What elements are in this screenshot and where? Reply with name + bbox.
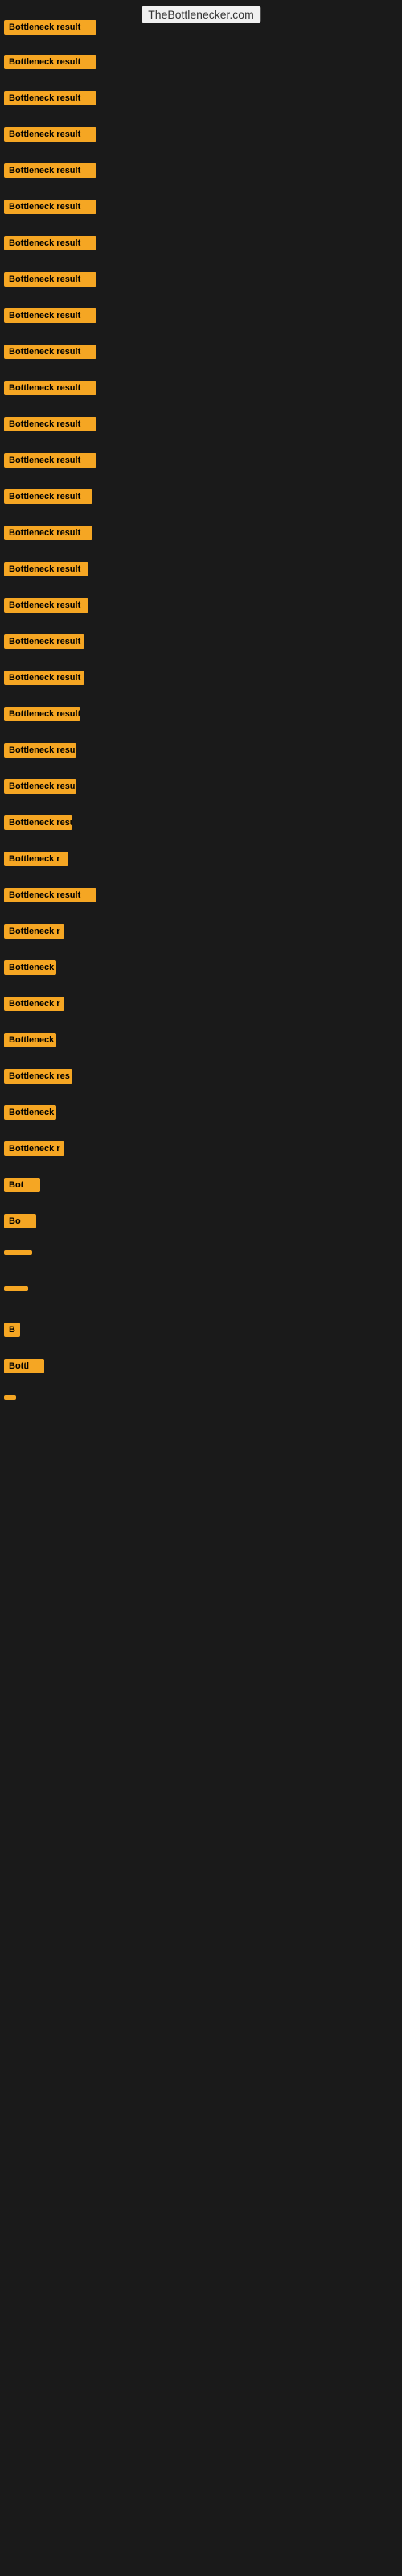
bottleneck-badge-25: Bottleneck result: [4, 888, 96, 902]
bottleneck-badge-13: Bottleneck result: [4, 453, 96, 468]
bottleneck-badge-15: Bottleneck result: [4, 526, 92, 540]
bottleneck-badge-17: Bottleneck result: [4, 598, 88, 613]
bottleneck-badge-36: [4, 1286, 28, 1291]
bottleneck-badge-5: Bottleneck result: [4, 163, 96, 178]
bottleneck-badge-6: Bottleneck result: [4, 200, 96, 214]
bottleneck-badge-34: Bo: [4, 1214, 36, 1228]
bottleneck-badge-12: Bottleneck result: [4, 417, 96, 431]
bottleneck-badge-23: Bottleneck result: [4, 815, 72, 830]
bottleneck-badge-10: Bottleneck result: [4, 345, 96, 359]
bottleneck-badge-4: Bottleneck result: [4, 127, 96, 142]
bottleneck-badge-35: [4, 1250, 32, 1255]
bottleneck-badge-39: [4, 1395, 16, 1400]
bottleneck-badge-37: B: [4, 1323, 20, 1337]
bottleneck-badge-7: Bottleneck result: [4, 236, 96, 250]
bottleneck-badge-32: Bottleneck r: [4, 1141, 64, 1156]
bottleneck-badge-18: Bottleneck result: [4, 634, 84, 649]
bottleneck-badge-22: Bottleneck result: [4, 779, 76, 794]
bottleneck-badge-3: Bottleneck result: [4, 91, 96, 105]
bottleneck-badge-19: Bottleneck result: [4, 671, 84, 685]
bottleneck-badge-30: Bottleneck res: [4, 1069, 72, 1084]
bottleneck-badge-24: Bottleneck r: [4, 852, 68, 866]
bottleneck-badge-38: Bottl: [4, 1359, 44, 1373]
bottleneck-badge-29: Bottleneck: [4, 1033, 56, 1047]
bottleneck-badge-26: Bottleneck r: [4, 924, 64, 939]
site-title: TheBottlenecker.com: [142, 6, 260, 23]
bottleneck-badge-1: Bottleneck result: [4, 20, 96, 35]
bottleneck-badge-2: Bottleneck result: [4, 55, 96, 69]
bottleneck-badge-27: Bottleneck: [4, 960, 56, 975]
bottleneck-badge-11: Bottleneck result: [4, 381, 96, 395]
bottleneck-badge-14: Bottleneck result: [4, 489, 92, 504]
bottleneck-badge-28: Bottleneck r: [4, 997, 64, 1011]
bottleneck-badge-16: Bottleneck result: [4, 562, 88, 576]
bottleneck-badge-9: Bottleneck result: [4, 308, 96, 323]
bottleneck-badge-8: Bottleneck result: [4, 272, 96, 287]
bottleneck-badge-31: Bottleneck: [4, 1105, 56, 1120]
bottleneck-badge-20: Bottleneck result: [4, 707, 80, 721]
bottleneck-badge-21: Bottleneck result: [4, 743, 76, 758]
bottleneck-badge-33: Bot: [4, 1178, 40, 1192]
